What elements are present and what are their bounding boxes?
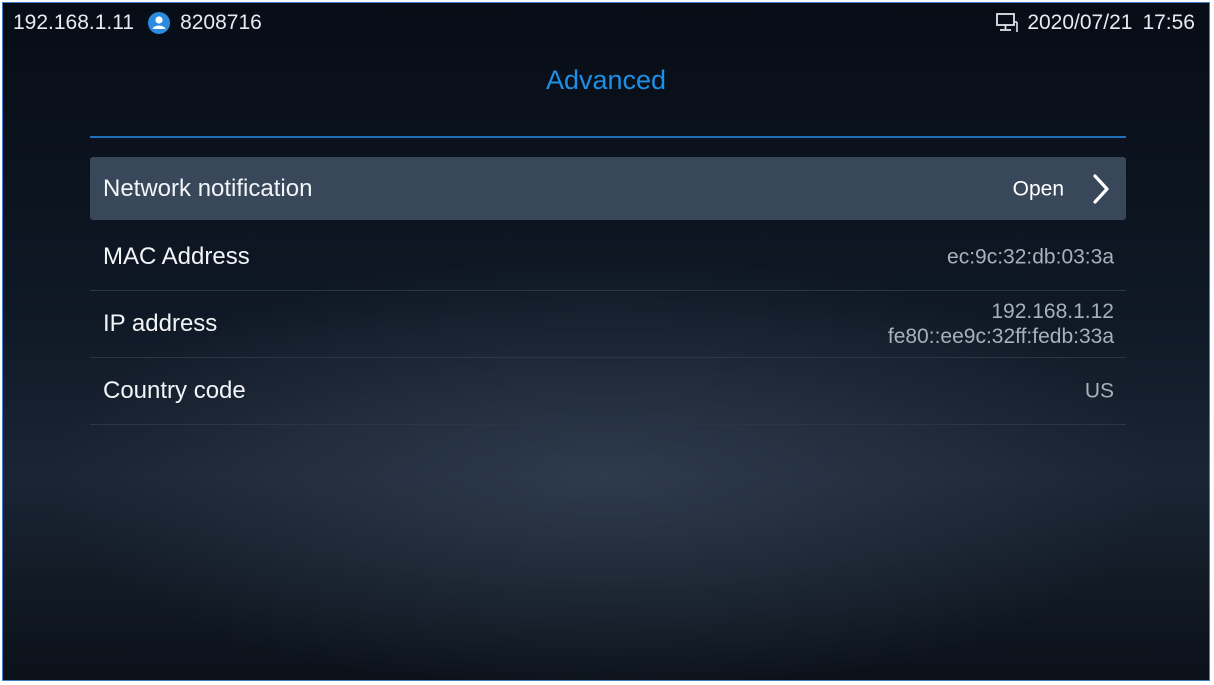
- user-icon: [148, 12, 171, 34]
- status-time: 17:56: [1142, 11, 1195, 34]
- network-notification-value: Open: [1012, 177, 1064, 200]
- settings-list: Network notification Open MAC Address ec…: [90, 157, 1126, 425]
- ip-address-status: 192.168.1.11: [13, 11, 135, 34]
- status-left: 192.168.1.11 8208716: [13, 11, 262, 35]
- ip-address-row[interactable]: IP address 192.168.1.12 fe80::ee9c:32ff:…: [90, 291, 1126, 358]
- ip-address-label: IP address: [103, 310, 218, 337]
- title-divider: [90, 136, 1126, 138]
- mac-address-value: ec:9c:32:db:03:3a: [947, 245, 1114, 269]
- status-right: 2020/07/21 17:56: [995, 11, 1195, 35]
- ipv4-address: 192.168.1.12: [991, 300, 1114, 323]
- mac-address-row[interactable]: MAC Address ec:9c:32:db:03:3a: [90, 224, 1126, 291]
- ip-address-values: 192.168.1.12 fe80::ee9c:32ff:fedb:33a: [888, 299, 1114, 349]
- country-code-label: Country code: [103, 377, 246, 404]
- screen: 192.168.1.11 8208716 2020/07/21 17:56 Ad…: [2, 2, 1210, 681]
- network-notification-label: Network notification: [103, 174, 313, 202]
- country-code-value: US: [1084, 379, 1114, 403]
- page-title: Advanced: [545, 65, 667, 95]
- ipv6-address: fe80::ee9c:32ff:fedb:33a: [887, 325, 1114, 348]
- status-date: 2020/07/21: [1027, 11, 1133, 34]
- mac-address-label: MAC Address: [103, 243, 250, 270]
- status-bar: 192.168.1.11 8208716 2020/07/21 17:56: [3, 3, 1209, 43]
- account-number: 8208716: [180, 11, 262, 34]
- network-notification-row[interactable]: Network notification Open: [90, 157, 1126, 220]
- chevron-right-icon: [1090, 172, 1112, 206]
- network-icon: [995, 12, 1019, 34]
- country-code-row[interactable]: Country code US: [90, 358, 1126, 425]
